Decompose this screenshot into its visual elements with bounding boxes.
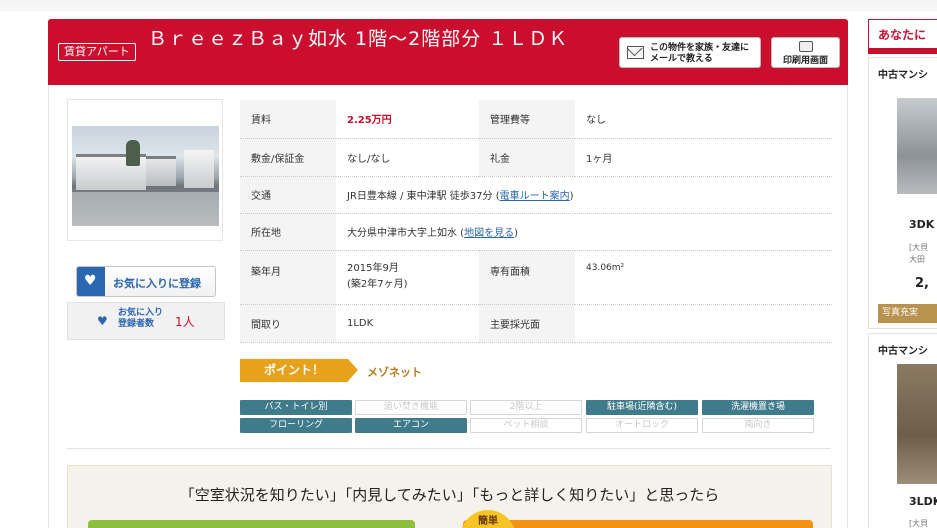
feature-tag: ペット相談 bbox=[470, 418, 582, 433]
favorite-count: 1人 bbox=[175, 315, 195, 329]
photo-tree bbox=[126, 140, 140, 166]
rent-label: 賃料 bbox=[240, 100, 336, 139]
inquiry-title: 「空室状況を知りたい」「内見してみたい」「もっと詳しく知りたい」と思ったら bbox=[179, 486, 720, 504]
favorite-count-label: お気に入り 登録者数 bbox=[118, 308, 163, 330]
recommend-address: [大貝 bbox=[909, 243, 929, 252]
favorite-count-box: ♥ お気に入り 登録者数 1人 bbox=[67, 302, 225, 340]
inquiry-box: 「空室状況を知りたい」「内見してみたい」「もっと詳しく知りたい」と思ったら 簡単 bbox=[67, 465, 832, 528]
table-row: 所在地 大分県中津市大字上如水 (地図を見る) bbox=[240, 213, 832, 251]
property-detail: ♥ お気に入りに登録 ♥ お気に入り 登録者数 1人 賃料 2.25万円 管理費… bbox=[48, 85, 848, 528]
heart-icon-box: ♥ bbox=[77, 267, 105, 296]
recommend-sidebar: あなたに 中古マンシ 3DK [大貝 大田 2, 写真充実 中古マンシ 3LDK… bbox=[868, 19, 937, 528]
light-direction-label: 主要採光面 bbox=[479, 304, 575, 343]
printer-icon bbox=[798, 41, 813, 52]
property-title: ＢｒｅｅｚＢａｙ如水 1階～2階部分 １ＬＤＫ bbox=[148, 28, 569, 50]
recommend-photo-badge[interactable]: 写真充実 bbox=[878, 304, 937, 323]
photo-parking-lot bbox=[72, 192, 219, 226]
share-email-label-line1: この物件を家族・友達に bbox=[650, 43, 750, 53]
top-strip bbox=[0, 0, 937, 12]
recommend-price: 2, bbox=[915, 276, 929, 291]
train-route-link[interactable]: 電車ルート案内 bbox=[500, 191, 570, 202]
point-value: メゾネット bbox=[367, 366, 422, 379]
table-row: 交通 JR日豊本線 / 東中津駅 徒歩37分 (電車ルート案内) bbox=[240, 176, 832, 214]
address-label: 所在地 bbox=[240, 213, 336, 251]
point-badge: ポイント！ bbox=[240, 359, 358, 382]
recommend-photo[interactable] bbox=[897, 98, 937, 194]
area-value: 43.06m² bbox=[575, 250, 832, 305]
access-text: JR日豊本線 / 東中津駅 徒歩37分 ( bbox=[347, 191, 500, 202]
share-email-label: この物件を家族・友達に メールで教える bbox=[650, 43, 749, 65]
feature-tag: エアコン bbox=[355, 418, 467, 433]
recommend-card[interactable]: 中古マンシ 3LDK [大貝 bbox=[868, 333, 937, 528]
map-link[interactable]: 地図を見る bbox=[464, 228, 514, 239]
photo-building bbox=[184, 150, 214, 188]
spec-table: 賃料 2.25万円 管理費等 なし 敷金/保証金 なし/なし 礼金 1ヶ月 交通… bbox=[240, 100, 832, 343]
light-direction-value bbox=[575, 304, 832, 343]
built-label: 築年月 bbox=[240, 250, 336, 305]
heart-icon: ♥ bbox=[84, 273, 97, 289]
page: 賃貸アパート ＢｒｅｅｚＢａｙ如水 1階～2階部分 １ＬＤＫ この物件を家族・友… bbox=[0, 0, 937, 528]
area-label: 専有面積 bbox=[479, 250, 575, 305]
address-value: 大分県中津市大字上如水 (地図を見る) bbox=[336, 213, 832, 251]
recommend-category: 中古マンシ bbox=[878, 346, 928, 357]
recommend-category: 中古マンシ bbox=[878, 70, 928, 81]
recommend-card[interactable]: 中古マンシ 3DK [大貝 大田 2, 写真充実 bbox=[868, 57, 937, 329]
property-photo-frame[interactable] bbox=[67, 99, 223, 241]
favorite-count-label-line1: お気に入り bbox=[118, 308, 164, 318]
sidebar-header-bar bbox=[868, 49, 937, 54]
deposit-value: なし/なし bbox=[336, 138, 479, 177]
favorite-count-label-line2: 登録者数 bbox=[118, 319, 155, 329]
layout-value: 1LDK bbox=[336, 304, 479, 343]
feature-tag: 2階以上 bbox=[470, 400, 582, 415]
address-close: ) bbox=[514, 228, 518, 239]
easy-badge: 簡単 bbox=[460, 510, 516, 528]
recommend-layout: 3LDK bbox=[909, 495, 937, 508]
feature-tag: 洗濯機置き場 bbox=[702, 400, 814, 415]
layout-label: 間取り bbox=[240, 304, 336, 343]
add-favorite-label: お気に入りに登録 bbox=[113, 277, 201, 290]
built-date: 2015年9月 bbox=[347, 262, 399, 274]
property-header: 賃貸アパート ＢｒｅｅｚＢａｙ如水 1階～2階部分 １ＬＤＫ この物件を家族・友… bbox=[48, 19, 848, 85]
property-type-badge: 賃貸アパート bbox=[58, 43, 136, 61]
recommend-address-sub: 大田 bbox=[909, 255, 925, 264]
print-button-label: 印刷用画面 bbox=[782, 56, 828, 66]
address-text: 大分県中津市大字上如水 ( bbox=[347, 228, 465, 239]
feature-tag: 南向き bbox=[702, 418, 814, 433]
heart-icon: ♥ bbox=[97, 314, 108, 328]
key-money-value: 1ヶ月 bbox=[575, 138, 832, 177]
feature-tag: 駐車場(近隣含む) bbox=[586, 400, 698, 415]
mgmt-fee-label: 管理費等 bbox=[479, 100, 575, 139]
add-favorite-button[interactable]: ♥ お気に入りに登録 bbox=[76, 266, 216, 297]
key-money-label: 礼金 bbox=[479, 138, 575, 177]
inquiry-button-orange[interactable] bbox=[463, 520, 813, 528]
print-button[interactable]: 印刷用画面 bbox=[771, 37, 840, 68]
recommend-photo[interactable] bbox=[897, 364, 937, 484]
feature-tag: 追い焚き機能 bbox=[355, 400, 467, 415]
table-row: 間取り 1LDK 主要採光面 bbox=[240, 304, 832, 343]
access-close: ) bbox=[569, 191, 574, 202]
feature-tag: オートロック bbox=[586, 418, 698, 433]
deposit-label: 敷金/保証金 bbox=[240, 138, 336, 177]
property-photo[interactable] bbox=[72, 126, 219, 226]
feature-tag: フローリング bbox=[240, 418, 352, 433]
inquiry-button-green[interactable] bbox=[88, 520, 415, 528]
table-row: 築年月 2015年9月 (築2年7ヶ月) 専有面積 43.06m² bbox=[240, 250, 832, 305]
mail-icon bbox=[627, 46, 644, 59]
sidebar-header: あなたに bbox=[868, 19, 937, 49]
recommend-address: [大貝 bbox=[909, 519, 929, 528]
rent-value: 2.25万円 bbox=[336, 100, 479, 139]
access-value: JR日豊本線 / 東中津駅 徒歩37分 (電車ルート案内) bbox=[336, 176, 832, 214]
feature-tag: バス・トイレ別 bbox=[240, 400, 352, 415]
built-age: (築2年7ヶ月) bbox=[347, 278, 408, 290]
mgmt-fee-value: なし bbox=[575, 100, 832, 139]
divider bbox=[67, 448, 831, 449]
recommend-layout: 3DK bbox=[909, 218, 935, 231]
table-row: 賃料 2.25万円 管理費等 なし bbox=[240, 100, 832, 139]
share-email-label-line2: メールで教える bbox=[650, 54, 713, 64]
built-value: 2015年9月 (築2年7ヶ月) bbox=[336, 250, 479, 305]
table-row: 敷金/保証金 なし/なし 礼金 1ヶ月 bbox=[240, 138, 832, 177]
share-email-button[interactable]: この物件を家族・友達に メールで教える bbox=[619, 37, 761, 68]
photo-building bbox=[146, 156, 176, 186]
access-label: 交通 bbox=[240, 176, 336, 214]
